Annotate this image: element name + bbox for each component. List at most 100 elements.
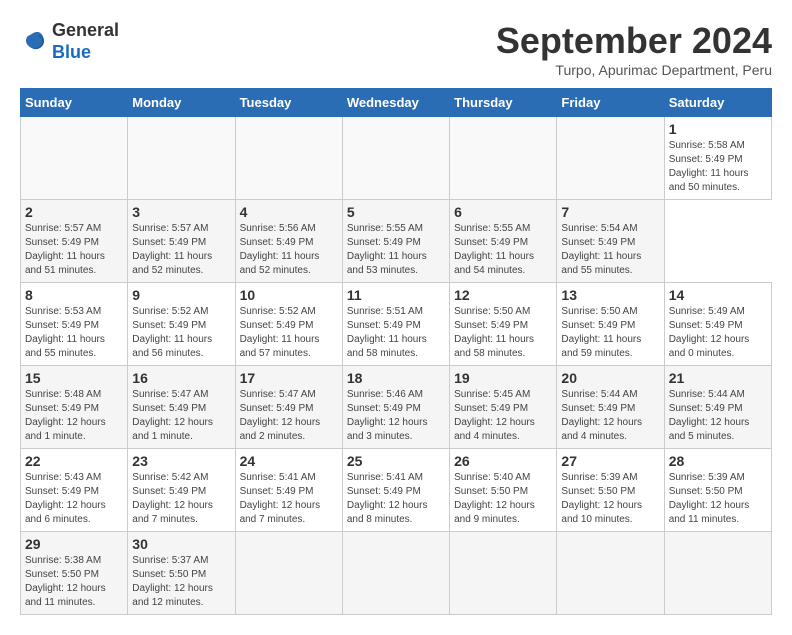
day-info: Sunrise: 5:58 AMSunset: 5:49 PMDaylight:… [669, 139, 767, 195]
day-number: 22 [25, 453, 123, 469]
calendar-cell: 27 Sunrise: 5:39 AMSunset: 5:50 PMDayligh… [557, 449, 664, 532]
day-info: Sunrise: 5:49 AMSunset: 5:49 PMDaylight:… [669, 305, 767, 361]
header-thursday: Thursday [450, 89, 557, 117]
calendar-cell: 22 Sunrise: 5:43 AMSunset: 5:49 PMDayligh… [21, 449, 128, 532]
calendar-cell: 9 Sunrise: 5:52 AMSunset: 5:49 PMDaylight… [128, 283, 235, 366]
calendar-cell: 3 Sunrise: 5:57 AMSunset: 5:49 PMDaylight… [128, 200, 235, 283]
day-info: Sunrise: 5:46 AMSunset: 5:49 PMDaylight:… [347, 388, 445, 444]
day-number: 14 [669, 287, 767, 303]
calendar-cell: 23 Sunrise: 5:42 AMSunset: 5:49 PMDayligh… [128, 449, 235, 532]
calendar-cell [664, 532, 771, 615]
day-number: 15 [25, 370, 123, 386]
calendar-week-3: 8Sunrise: 5:53 AMSunset: 5:49 PMDaylight… [21, 283, 772, 366]
calendar-cell: 11 Sunrise: 5:51 AMSunset: 5:49 PMDayligh… [342, 283, 449, 366]
day-number: 24 [240, 453, 338, 469]
day-number: 11 [347, 287, 445, 303]
calendar-cell: 8Sunrise: 5:53 AMSunset: 5:49 PMDaylight… [21, 283, 128, 366]
calendar-week-6: 29Sunrise: 5:38 AMSunset: 5:50 PMDayligh… [21, 532, 772, 615]
day-info: Sunrise: 5:40 AMSunset: 5:50 PMDaylight:… [454, 471, 552, 527]
calendar-cell: 25 Sunrise: 5:41 AMSunset: 5:49 PMDayligh… [342, 449, 449, 532]
header-friday: Friday [557, 89, 664, 117]
location: Turpo, Apurimac Department, Peru [496, 62, 772, 78]
logo: General Blue [20, 20, 119, 63]
day-info: Sunrise: 5:37 AMSunset: 5:50 PMDaylight:… [132, 554, 230, 610]
logo-text: General Blue [52, 20, 119, 63]
day-number: 30 [132, 536, 230, 552]
day-number: 5 [347, 204, 445, 220]
day-number: 4 [240, 204, 338, 220]
calendar-cell [450, 117, 557, 200]
day-number: 12 [454, 287, 552, 303]
calendar-cell: 28Sunrise: 5:39 AMSunset: 5:50 PMDayligh… [664, 449, 771, 532]
calendar-week-5: 22 Sunrise: 5:43 AMSunset: 5:49 PMDayligh… [21, 449, 772, 532]
logo-icon [20, 28, 48, 56]
day-info: Sunrise: 5:57 AMSunset: 5:49 PMDaylight:… [25, 222, 123, 278]
day-number: 21 [669, 370, 767, 386]
day-info: Sunrise: 5:43 AMSunset: 5:49 PMDaylight:… [25, 471, 123, 527]
day-number: 23 [132, 453, 230, 469]
day-number: 6 [454, 204, 552, 220]
day-number: 7 [561, 204, 659, 220]
calendar-cell: 7 Sunrise: 5:54 AMSunset: 5:49 PMDaylight… [557, 200, 664, 283]
calendar-cell: 18 Sunrise: 5:46 AMSunset: 5:49 PMDayligh… [342, 366, 449, 449]
header-saturday: Saturday [664, 89, 771, 117]
header-tuesday: Tuesday [235, 89, 342, 117]
day-info: Sunrise: 5:52 AMSunset: 5:49 PMDaylight:… [132, 305, 230, 361]
day-info: Sunrise: 5:57 AMSunset: 5:49 PMDaylight:… [132, 222, 230, 278]
day-number: 3 [132, 204, 230, 220]
calendar-cell: 2 Sunrise: 5:57 AMSunset: 5:49 PMDaylight… [21, 200, 128, 283]
calendar-cell: 30 Sunrise: 5:37 AMSunset: 5:50 PMDayligh… [128, 532, 235, 615]
day-number: 2 [25, 204, 123, 220]
day-number: 26 [454, 453, 552, 469]
calendar-week-2: 2 Sunrise: 5:57 AMSunset: 5:49 PMDaylight… [21, 200, 772, 283]
day-number: 20 [561, 370, 659, 386]
day-info: Sunrise: 5:53 AMSunset: 5:49 PMDaylight:… [25, 305, 123, 361]
day-number: 18 [347, 370, 445, 386]
day-number: 1 [669, 121, 767, 137]
calendar-cell: 21Sunrise: 5:44 AMSunset: 5:49 PMDayligh… [664, 366, 771, 449]
calendar-cell: 29Sunrise: 5:38 AMSunset: 5:50 PMDayligh… [21, 532, 128, 615]
calendar-cell [342, 117, 449, 200]
day-info: Sunrise: 5:55 AMSunset: 5:49 PMDaylight:… [347, 222, 445, 278]
day-number: 25 [347, 453, 445, 469]
day-number: 13 [561, 287, 659, 303]
calendar-cell: 26 Sunrise: 5:40 AMSunset: 5:50 PMDayligh… [450, 449, 557, 532]
header-monday: Monday [128, 89, 235, 117]
calendar-body: 1 Sunrise: 5:58 AMSunset: 5:49 PMDaylight… [21, 117, 772, 615]
calendar-cell: 16Sunrise: 5:47 AMSunset: 5:49 PMDayligh… [128, 366, 235, 449]
calendar-cell: 12 Sunrise: 5:50 AMSunset: 5:49 PMDayligh… [450, 283, 557, 366]
calendar-cell: 15Sunrise: 5:48 AMSunset: 5:49 PMDayligh… [21, 366, 128, 449]
day-info: Sunrise: 5:42 AMSunset: 5:49 PMDaylight:… [132, 471, 230, 527]
day-number: 17 [240, 370, 338, 386]
day-number: 16 [132, 370, 230, 386]
calendar-cell: 24 Sunrise: 5:41 AMSunset: 5:49 PMDayligh… [235, 449, 342, 532]
day-info: Sunrise: 5:44 AMSunset: 5:49 PMDaylight:… [561, 388, 659, 444]
calendar-header: Sunday Monday Tuesday Wednesday Thursday… [21, 89, 772, 117]
day-number: 19 [454, 370, 552, 386]
calendar-cell: 6Sunrise: 5:55 AMSunset: 5:49 PMDaylight… [450, 200, 557, 283]
day-info: Sunrise: 5:51 AMSunset: 5:49 PMDaylight:… [347, 305, 445, 361]
calendar-cell: 17 Sunrise: 5:47 AMSunset: 5:49 PMDayligh… [235, 366, 342, 449]
day-number: 27 [561, 453, 659, 469]
calendar-cell: 10Sunrise: 5:52 AMSunset: 5:49 PMDayligh… [235, 283, 342, 366]
day-info: Sunrise: 5:54 AMSunset: 5:49 PMDaylight:… [561, 222, 659, 278]
day-info: Sunrise: 5:47 AMSunset: 5:49 PMDaylight:… [240, 388, 338, 444]
day-info: Sunrise: 5:41 AMSunset: 5:49 PMDaylight:… [240, 471, 338, 527]
calendar-cell: 19 Sunrise: 5:45 AMSunset: 5:49 PMDayligh… [450, 366, 557, 449]
day-info: Sunrise: 5:39 AMSunset: 5:50 PMDaylight:… [561, 471, 659, 527]
calendar-week-1: 1 Sunrise: 5:58 AMSunset: 5:49 PMDaylight… [21, 117, 772, 200]
calendar-cell [342, 532, 449, 615]
calendar-cell: 13 Sunrise: 5:50 AMSunset: 5:49 PMDayligh… [557, 283, 664, 366]
title-section: September 2024 Turpo, Apurimac Departmen… [496, 20, 772, 78]
calendar-cell [21, 117, 128, 200]
calendar-cell [557, 532, 664, 615]
day-number: 9 [132, 287, 230, 303]
page-header: General Blue September 2024 Turpo, Apuri… [20, 20, 772, 78]
calendar-cell [128, 117, 235, 200]
calendar-cell: 5 Sunrise: 5:55 AMSunset: 5:49 PMDaylight… [342, 200, 449, 283]
day-info: Sunrise: 5:41 AMSunset: 5:49 PMDaylight:… [347, 471, 445, 527]
day-info: Sunrise: 5:45 AMSunset: 5:49 PMDaylight:… [454, 388, 552, 444]
day-info: Sunrise: 5:50 AMSunset: 5:49 PMDaylight:… [454, 305, 552, 361]
day-info: Sunrise: 5:50 AMSunset: 5:49 PMDaylight:… [561, 305, 659, 361]
calendar-cell [235, 532, 342, 615]
